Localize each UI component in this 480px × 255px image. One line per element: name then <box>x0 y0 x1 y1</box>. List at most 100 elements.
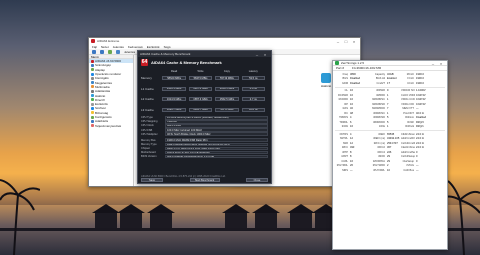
result-value: 58473 MB/s <box>188 76 213 80</box>
col-header: Write <box>197 70 204 73</box>
timing-label: AddrCmdSetup <box>401 150 415 154</box>
timing-value: 493 <box>350 146 355 150</box>
timing-label: tWTRL <box>339 137 348 141</box>
benchmark-header: 64 AIDA64 Cache & Memory Benchmark <box>138 57 271 67</box>
server-icon <box>91 76 94 80</box>
result-value: 957.8 GB/s <box>215 107 239 112</box>
start-benchmark-button[interactable]: Start Benchmark <box>189 178 220 182</box>
col-header: Read <box>171 70 178 73</box>
timing-value: 0 <box>416 155 418 159</box>
info-value: 100.0 MHz (original: 100 MHz) <box>165 128 268 132</box>
timing-value: 9 <box>387 89 389 93</box>
info-row: CPU FSB 100.0 MHz (original: 100 MHz) <box>141 128 268 132</box>
forward-icon[interactable] <box>100 49 104 54</box>
info-label: Memory Type <box>141 142 157 146</box>
close-button[interactable]: × <box>350 38 358 44</box>
network-icon <box>91 94 94 98</box>
result-value: 53.5 ns <box>241 76 266 80</box>
timing-label: CLDO VDDP <box>401 93 415 97</box>
col-header: Copy <box>223 70 230 73</box>
back-icon[interactable] <box>92 49 96 54</box>
timing-label: BGS <box>342 77 348 81</box>
result-value: 2.7 ns <box>241 97 266 101</box>
part-number-row: Part # F4-3600C16-16GTZR <box>333 66 447 71</box>
info-value: ASUS ROG STRIX X570-E GAMING <box>165 150 268 155</box>
info-value: VRM-B0 <box>165 120 268 124</box>
menu-item[interactable]: Súgó <box>164 45 171 49</box>
timing-label: tRDRDSC <box>373 111 385 115</box>
timing-value: 65535 <box>387 132 395 136</box>
timing-value: 1T <box>387 81 391 85</box>
info-row: Memory Type Dual Channel DDR4-3800 SDRAM … <box>141 142 268 147</box>
timing-value: 1 <box>387 111 389 115</box>
info-row: Motherboard ASUS ROG STRIX X570-E GAMING <box>141 150 268 155</box>
results-row-l2: L2 Cache 1614.9 GB/s 1587.3 GB/s 1562.5 … <box>141 97 268 102</box>
row-label: L1 Cache <box>141 86 154 91</box>
result-value: 1562.5 GB/s <box>215 97 239 101</box>
timing-value: 1 <box>387 93 389 97</box>
timing-label: ProcODT <box>403 111 414 115</box>
minimize-button[interactable]: – <box>429 60 437 66</box>
timing-label: VDDG IOD <box>401 102 414 106</box>
timing-value: 259.4737 <box>387 141 398 145</box>
config-icon <box>91 115 94 119</box>
timing-label: tPHYWRL <box>373 168 385 172</box>
save-button[interactable]: Save <box>141 178 163 182</box>
info-label: CPU Type <box>141 116 153 120</box>
timings-separator <box>335 86 445 88</box>
timing-label: tWRRD <box>376 93 385 97</box>
timing-label: tWTRS <box>339 132 348 136</box>
result-value: 1614.9 GB/s <box>162 97 186 101</box>
timing-value: 34492.105 <box>387 137 400 141</box>
windows-icon <box>91 72 94 76</box>
timing-value: 4 <box>350 116 352 120</box>
part-label: Part # <box>336 66 345 70</box>
timing-label: tRTP <box>342 150 348 154</box>
benchmark-heading: AIDA64 Cache & Memory Benchmark <box>151 59 222 65</box>
timing-label: GDM <box>341 81 348 85</box>
menu-item[interactable]: Jelentés <box>113 45 124 49</box>
timing-label: BGS Alt <box>375 77 385 81</box>
info-label: Motherboard <box>141 151 156 155</box>
timing-value: Disabled <box>350 81 361 85</box>
tree-label: Teljesítménytesztek <box>95 123 122 128</box>
minimize-button[interactable]: – <box>334 38 342 44</box>
timing-value: 1900.0 <box>416 77 424 81</box>
timing-value: 10 <box>387 168 390 172</box>
part-value: F4-3600C16-16GTZR <box>352 66 382 70</box>
timing-label: MEM VTT <box>402 107 414 111</box>
timings-separator <box>335 130 445 131</box>
info-value: Dual Channel DDR4-3800 SDRAM (16-16-16-3… <box>165 142 268 147</box>
system-info: CPU Type 12-Core AMD Ryzen 9 5900X (Verme… <box>141 116 268 159</box>
timing-value: 5 <box>387 120 389 124</box>
close-button[interactable]: × <box>261 51 269 57</box>
tree-item-benchmark[interactable]: Teljesítménytesztek <box>89 123 133 128</box>
timings-row: MRS — tPHYWRL 10 CAD Bus — <box>335 168 445 173</box>
toolbar-report[interactable]: Jelentés <box>124 50 135 54</box>
timing-value: 226 <box>387 150 392 154</box>
maximize-button[interactable]: □ <box>342 38 350 44</box>
timing-value: 16 <box>350 89 353 93</box>
menu-item[interactable]: Fájl <box>92 45 97 49</box>
zentimings-title: ZenTimings 1.2.5 <box>341 61 365 65</box>
menu-item[interactable]: Eszközök <box>147 45 160 49</box>
refresh-icon[interactable] <box>108 49 112 54</box>
menu-item[interactable]: Nézet <box>101 45 109 49</box>
info-label: CPU Stepping <box>141 120 158 124</box>
info-label: CPU FSB <box>141 128 153 132</box>
timing-label: RCDWR <box>338 93 348 97</box>
timing-label: tSTAG <box>406 164 414 168</box>
close-dialog-button[interactable]: Close <box>246 178 268 182</box>
tile-label: Hálózat <box>320 84 332 88</box>
timing-label: tCWL <box>341 159 348 163</box>
timing-label: tRFC <box>341 146 348 150</box>
row-label: Memory <box>141 76 152 80</box>
close-button[interactable]: × <box>437 60 445 66</box>
menu-item[interactable]: Kedvencek <box>128 45 143 49</box>
info-row: CPU Stepping VRM-B0 <box>141 120 268 124</box>
minimize-button[interactable]: – <box>253 51 261 57</box>
timing-value: RZQ/1 <box>416 125 424 129</box>
multimedia-icon <box>91 85 94 89</box>
menu-tree: Menü AIDA64 v6.60.5900 Számítógép Alapla… <box>89 55 134 186</box>
timing-value: 40.0 Ω <box>416 111 424 115</box>
